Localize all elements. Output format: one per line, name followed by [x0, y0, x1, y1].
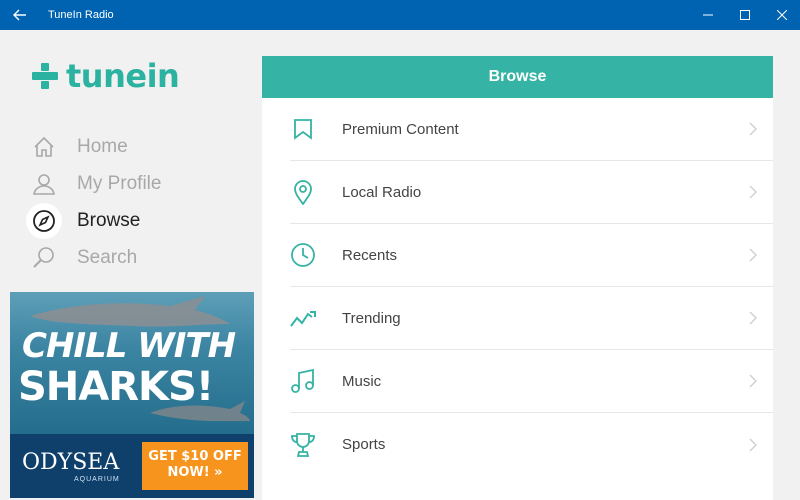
list-item-sports[interactable]: Sports: [290, 413, 773, 476]
compass-icon: [26, 202, 62, 239]
list-item-label: Recents: [342, 246, 398, 264]
tunein-logo[interactable]: tunein: [30, 57, 180, 95]
nav-item-home[interactable]: Home: [26, 128, 161, 165]
close-icon: [776, 10, 787, 20]
list-item-trending[interactable]: Trending: [290, 287, 773, 350]
sidebar: tunein Home My Profile Browse Search CHI…: [0, 30, 262, 500]
ad-footer: ODYSEA AQUARIUM GET $10 OFF NOW! »: [10, 434, 254, 498]
ad-offer-button[interactable]: GET $10 OFF NOW! »: [142, 442, 248, 490]
list-item-label: Local Radio: [342, 183, 422, 201]
maximize-icon: [739, 10, 750, 20]
trending-icon: [290, 305, 316, 331]
ad-headline-2: SHARKS!: [18, 364, 214, 410]
ad-brand-sub: AQUARIUM: [74, 476, 120, 483]
ad-offer-line-1: GET $10 OFF: [148, 449, 242, 464]
bookmark-icon: [290, 116, 316, 142]
window-title: TuneIn Radio: [48, 9, 114, 21]
search-icon: [26, 240, 62, 276]
title-bar: TuneIn Radio: [0, 0, 800, 30]
nav-menu: Home My Profile Browse Search: [26, 128, 161, 276]
chevron-right-icon: [733, 248, 773, 262]
list-item-local-radio[interactable]: Local Radio: [290, 161, 773, 224]
nav-label-search: Search: [77, 246, 138, 268]
clock-icon: [290, 242, 316, 268]
list-item-recents[interactable]: Recents: [290, 224, 773, 287]
list-item-label: Music: [342, 372, 382, 390]
trophy-icon: [290, 432, 316, 458]
nav-item-browse[interactable]: Browse: [26, 202, 161, 239]
browse-panel: Browse Premium Content Local Radio Recen…: [262, 56, 773, 500]
minimize-button[interactable]: [689, 0, 726, 30]
back-arrow-icon: [13, 9, 26, 21]
chevron-right-icon: [733, 374, 773, 388]
chevron-right-icon: [733, 185, 773, 199]
nav-label-home: Home: [77, 135, 128, 157]
back-button[interactable]: [0, 0, 40, 30]
location-pin-icon: [290, 179, 316, 205]
maximize-button[interactable]: [726, 0, 763, 30]
minimize-icon: [702, 14, 713, 16]
chevron-right-icon: [733, 122, 773, 136]
nav-label-my-profile: My Profile: [77, 172, 162, 194]
close-button[interactable]: [763, 0, 800, 30]
list-item-music[interactable]: Music: [290, 350, 773, 413]
tunein-logo-icon: [32, 63, 58, 89]
browse-list: Premium Content Local Radio Recents Tren…: [262, 98, 773, 476]
list-item-label: Trending: [342, 309, 401, 327]
ad-brand: ODYSEA: [22, 450, 120, 475]
ad-headline-1: CHILL WITH: [22, 326, 236, 366]
chevron-right-icon: [733, 311, 773, 325]
list-item-premium-content[interactable]: Premium Content: [290, 98, 773, 161]
ad-offer-line-2: NOW! »: [167, 465, 223, 480]
profile-icon: [26, 166, 62, 202]
list-item-label: Premium Content: [342, 120, 459, 138]
logo-text: tunein: [66, 57, 180, 95]
music-note-icon: [290, 368, 316, 394]
page-title: Browse: [262, 56, 773, 98]
chevron-right-icon: [733, 438, 773, 452]
ad-banner[interactable]: CHILL WITH SHARKS! ODYSEA AQUARIUM GET $…: [10, 292, 254, 498]
home-icon: [26, 129, 62, 165]
nav-label-browse: Browse: [77, 209, 141, 231]
nav-item-search[interactable]: Search: [26, 239, 161, 276]
nav-item-my-profile[interactable]: My Profile: [26, 165, 161, 202]
list-item-label: Sports: [342, 436, 386, 453]
ad-image: CHILL WITH SHARKS!: [10, 292, 254, 434]
